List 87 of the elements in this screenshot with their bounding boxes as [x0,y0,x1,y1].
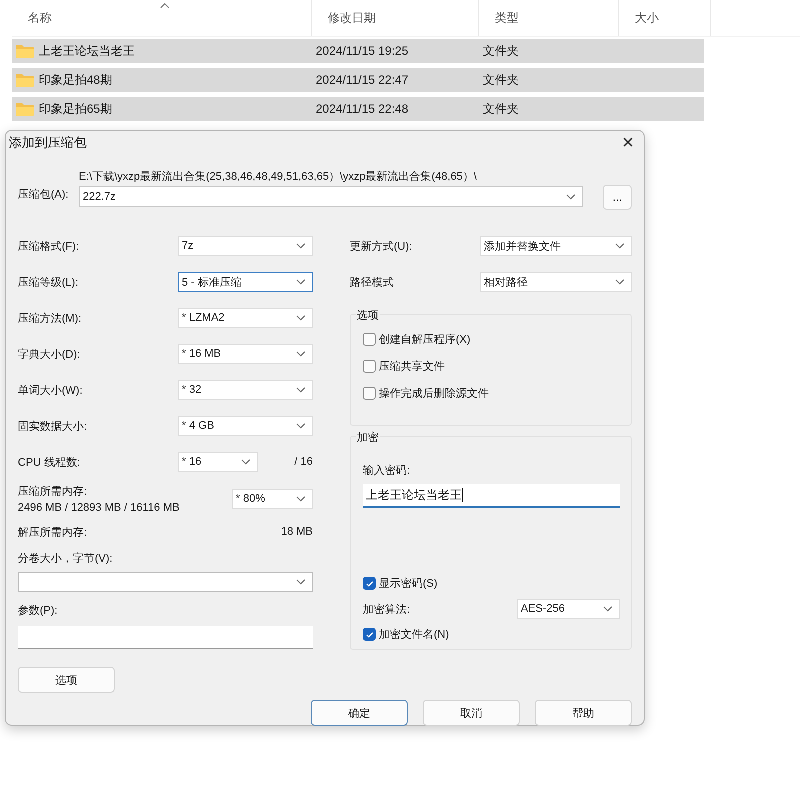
file-row[interactable]: 印象足拍48期 2024/11/15 22:47 文件夹 [12,68,704,92]
dropdown[interactable]: AES-256 [517,599,620,619]
dialog-button[interactable]: 取消 [423,700,520,726]
dropdown[interactable]: * 16 MB [178,344,313,364]
options-button[interactable]: 选项 [18,667,115,693]
memory-usage: 2496 MB / 12893 MB / 16116 MB [18,502,180,514]
file-type: 文件夹 [483,44,519,58]
field-label: 加密算法: [363,602,410,616]
dropdown[interactable]: * 4 GB [178,416,313,436]
chevron-down-icon [296,387,306,393]
dropdown[interactable]: 相对路径 [480,272,632,292]
column-header[interactable]: 大小 [619,0,711,36]
thread-max: / 16 [294,456,313,468]
chevron-down-icon [603,606,613,612]
chevron-down-icon [296,423,306,429]
modified-date: 2024/11/15 19:25 [316,44,409,58]
field-label: 更新方式(U): [350,240,412,254]
group-title: 选项 [356,308,380,323]
file-name: 印象足拍65期 [39,100,112,118]
checkbox[interactable] [363,360,376,373]
dropdown[interactable]: * 32 [178,380,313,400]
folder-icon [16,102,34,116]
modified-date: 2024/11/15 22:48 [316,102,409,116]
file-name: 上老王论坛当老王 [39,42,135,60]
checkbox-label: 压缩共享文件 [379,360,445,374]
browse-button[interactable]: ... [603,185,632,210]
dropdown[interactable]: 7z [178,236,313,256]
field-label: 解压所需内存: [18,526,88,540]
window-title: 添加到压缩包 [9,134,87,152]
folder-icon [16,44,34,58]
sort-up-icon [160,3,170,9]
memory-value: 18 MB [281,526,313,538]
dropdown[interactable]: * LZMA2 [178,308,313,328]
file-row[interactable]: 上老王论坛当老王 2024/11/15 19:25 文件夹 [12,39,704,63]
close-button[interactable]: × [618,133,638,153]
field-label: 压缩格式(F): [18,240,80,254]
file-name: 印象足拍48期 [39,72,112,88]
file-row[interactable]: 印象足拍65期 2024/11/15 22:48 文件夹 [12,97,704,121]
password-field[interactable]: 上老王论坛当老王 [363,484,620,508]
chevron-down-icon [296,315,306,321]
checkbox-label: 创建自解压程序(X) [379,332,471,347]
checkbox[interactable] [363,333,376,346]
archive-path: E:\下载\yxzp最新流出合集(25,38,46,48,49,51,63,65）\yxzp最新流出合集(48,65）\ [79,170,478,184]
field-label: 压缩方法(M): [18,312,82,326]
modified-date: 2024/11/15 22:47 [316,73,409,87]
checkbox[interactable] [363,577,376,590]
checkbox[interactable] [363,387,376,400]
field-label: CPU 线程数: [18,456,80,470]
dialog-button[interactable]: 确定 [311,700,408,726]
field-label: 参数(P): [18,604,59,618]
checkbox[interactable] [363,628,376,641]
field-label: 压缩所需内存: [18,484,88,499]
field-label: 路径模式 [350,276,394,290]
checkbox-label: 操作完成后删除源文件 [379,386,489,401]
dropdown[interactable]: * 80% [232,489,313,509]
checkbox-label: 加密文件名(N) [379,628,450,642]
field-label: 固实数据大小: [18,420,88,434]
chevron-down-icon [241,459,251,465]
file-type: 文件夹 [483,72,519,86]
dialog-button[interactable]: 帮助 [535,700,632,726]
split-size-combo[interactable] [18,572,313,592]
column-header[interactable]: 类型 [479,0,619,36]
field-label: 单词大小(W): [18,384,83,398]
field-label: 压缩包(A): [18,188,70,202]
column-header[interactable]: 修改日期 [312,0,479,36]
file-type: 文件夹 [483,102,519,116]
checkbox-label: 显示密码(S) [379,576,438,591]
folder-icon [16,73,34,87]
chevron-down-icon [296,579,306,585]
chevron-down-icon [615,279,625,285]
group-title: 加密 [356,430,380,445]
chevron-down-icon [615,243,625,249]
dropdown[interactable]: * 16 [178,452,258,472]
chevron-down-icon [296,279,306,285]
parameters-field[interactable] [18,626,313,649]
dropdown[interactable]: 5 - 标准压缩 [178,272,313,292]
column-header[interactable]: 名称 [12,0,312,36]
field-label: 输入密码: [363,464,412,478]
field-label: 字典大小(D): [18,348,80,362]
field-label: 分卷大小，字节(V): [18,552,114,566]
archive-name-combo[interactable]: 222.7z [79,186,583,207]
chevron-down-icon [296,351,306,357]
chevron-down-icon [296,243,306,249]
chevron-down-icon [296,496,306,502]
chevron-down-icon [566,194,576,200]
dropdown[interactable]: 添加并替换文件 [480,236,632,256]
field-label: 压缩等级(L): [18,276,78,290]
